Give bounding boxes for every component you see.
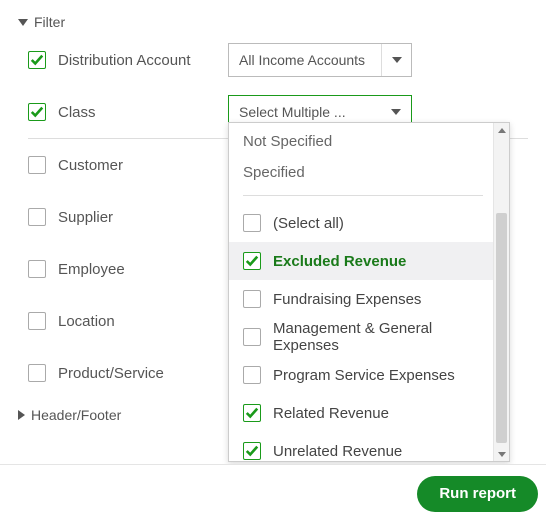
management-checkbox[interactable] xyxy=(243,328,261,346)
filter-row-distribution: Distribution Account All Income Accounts xyxy=(28,34,528,86)
dropdown-group-not-specified[interactable]: Not Specified xyxy=(243,129,493,160)
program-label: Program Service Expenses xyxy=(273,367,455,384)
scroll-down-arrow[interactable] xyxy=(494,447,509,461)
chevron-right-icon xyxy=(18,410,25,420)
caret-down-icon xyxy=(392,57,402,63)
employee-label: Employee xyxy=(58,261,125,278)
distribution-select-caret[interactable] xyxy=(381,44,411,76)
dropdown-group-specified[interactable]: Specified xyxy=(243,160,493,191)
related-label: Related Revenue xyxy=(273,405,389,422)
fundraising-label: Fundraising Expenses xyxy=(273,291,421,308)
distribution-select-value: All Income Accounts xyxy=(229,52,381,68)
class-label: Class xyxy=(58,104,96,121)
dropdown-item-fundraising[interactable]: Fundraising Expenses xyxy=(243,280,493,318)
supplier-checkbox[interactable] xyxy=(28,208,46,226)
excluded-revenue-label: Excluded Revenue xyxy=(273,253,406,270)
employee-checkbox[interactable] xyxy=(28,260,46,278)
management-label: Management & General Expenses xyxy=(273,320,489,354)
distribution-select[interactable]: All Income Accounts xyxy=(228,43,412,77)
product-checkbox[interactable] xyxy=(28,364,46,382)
scroll-up-arrow[interactable] xyxy=(494,123,509,137)
triangle-up-icon xyxy=(498,128,506,133)
product-label: Product/Service xyxy=(58,365,164,382)
dropdown-item-select-all[interactable]: (Select all) xyxy=(243,204,493,242)
unrelated-checkbox[interactable] xyxy=(243,442,261,460)
select-all-checkbox[interactable] xyxy=(243,214,261,232)
distribution-checkbox[interactable] xyxy=(28,51,46,69)
dropdown-item-excluded-revenue[interactable]: Excluded Revenue xyxy=(229,242,493,280)
footer-bar: Run report xyxy=(0,464,546,522)
supplier-label: Supplier xyxy=(58,209,113,226)
class-checkbox[interactable] xyxy=(28,103,46,121)
select-all-label: (Select all) xyxy=(273,215,344,232)
dropdown-item-unrelated[interactable]: Unrelated Revenue xyxy=(243,432,493,461)
class-dropdown-panel: Not Specified Specified (Select all) Exc… xyxy=(228,122,510,462)
run-report-button[interactable]: Run report xyxy=(417,476,538,512)
fundraising-checkbox[interactable] xyxy=(243,290,261,308)
related-checkbox[interactable] xyxy=(243,404,261,422)
location-label: Location xyxy=(58,313,115,330)
dropdown-item-management[interactable]: Management & General Expenses xyxy=(243,318,493,356)
program-checkbox[interactable] xyxy=(243,366,261,384)
triangle-down-icon xyxy=(498,452,506,457)
filter-section-toggle[interactable]: Filter xyxy=(18,10,528,34)
scroll-thumb[interactable] xyxy=(496,213,507,443)
header-footer-title: Header/Footer xyxy=(31,407,121,423)
unrelated-label: Unrelated Revenue xyxy=(273,443,402,460)
caret-down-icon xyxy=(391,109,401,115)
customer-checkbox[interactable] xyxy=(28,156,46,174)
location-checkbox[interactable] xyxy=(28,312,46,330)
dropdown-item-related[interactable]: Related Revenue xyxy=(243,394,493,432)
filter-section-title: Filter xyxy=(34,14,65,30)
class-select-value: Select Multiple ... xyxy=(229,104,381,120)
dropdown-scrollbar[interactable] xyxy=(493,123,509,461)
customer-label: Customer xyxy=(58,157,123,174)
excluded-revenue-checkbox[interactable] xyxy=(243,252,261,270)
chevron-down-icon xyxy=(18,19,28,26)
dropdown-divider xyxy=(243,195,483,196)
dropdown-item-program[interactable]: Program Service Expenses xyxy=(243,356,493,394)
distribution-label: Distribution Account xyxy=(58,52,191,69)
